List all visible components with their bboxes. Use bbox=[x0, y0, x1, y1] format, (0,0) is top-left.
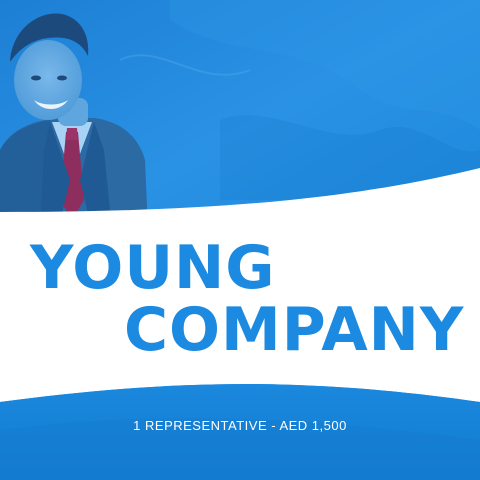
promo-banner: YOUNG COMPANY 1 REPRESENTATIVE - AED 1,5… bbox=[0, 0, 480, 480]
pricing-subtitle: 1 REPRESENTATIVE - AED 1,500 bbox=[133, 418, 347, 433]
title-line-company: COMPANY bbox=[124, 295, 465, 365]
title-line-young: YOUNG bbox=[30, 233, 276, 303]
